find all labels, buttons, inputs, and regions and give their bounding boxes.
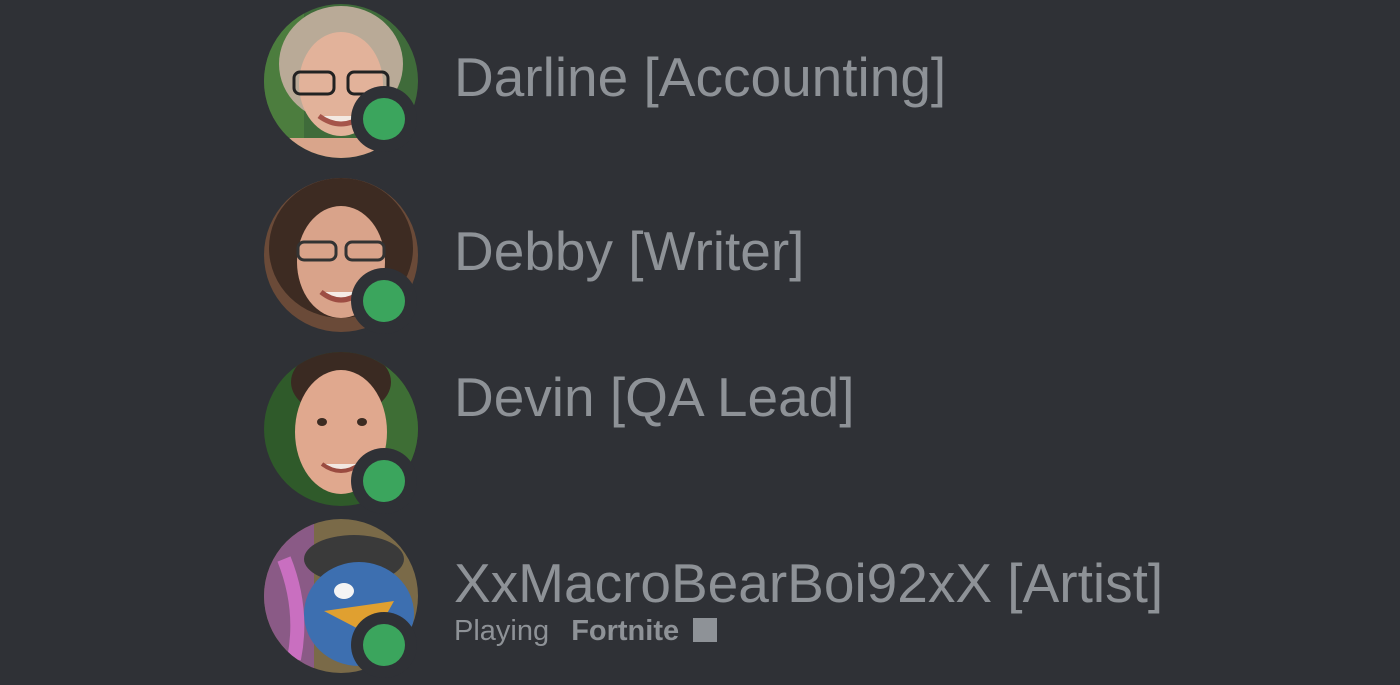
- avatar-container[interactable]: [264, 519, 418, 678]
- online-status-icon: [363, 460, 405, 502]
- status-indicator: [351, 612, 417, 678]
- avatar-container[interactable]: [264, 4, 418, 158]
- member-name[interactable]: Debby [Writer]: [454, 224, 804, 279]
- avatar-container[interactable]: [264, 178, 418, 334]
- online-status-icon: [363, 280, 405, 322]
- member-item-devin[interactable]: Devin [QA Lead]: [264, 352, 1264, 514]
- member-item-debby[interactable]: Debby [Writer]: [264, 178, 1264, 334]
- online-status-icon: [363, 624, 405, 666]
- member-name[interactable]: Devin [QA Lead]: [454, 370, 855, 425]
- member-name[interactable]: Darline [Accounting]: [454, 50, 946, 105]
- member-item-xxmacrobearboi92xx[interactable]: XxMacroBearBoi92xX [Artist] Playing Fort…: [264, 519, 1264, 678]
- status-indicator: [351, 448, 417, 514]
- activity-status: Playing Fortnite: [454, 615, 718, 647]
- member-name[interactable]: XxMacroBearBoi92xX [Artist]: [454, 556, 1163, 611]
- status-indicator: [351, 86, 417, 152]
- member-list: Darline [Accounting] Debby [Writer] Devi…: [0, 0, 1400, 685]
- avatar-container[interactable]: [264, 352, 418, 514]
- rich-presence-icon[interactable]: [693, 618, 718, 642]
- status-indicator: [351, 268, 417, 334]
- member-item-darline[interactable]: Darline [Accounting]: [264, 4, 1264, 160]
- activity-game-name: Fortnite: [571, 615, 680, 647]
- activity-prefix: Playing: [454, 615, 550, 647]
- online-status-icon: [363, 98, 405, 140]
